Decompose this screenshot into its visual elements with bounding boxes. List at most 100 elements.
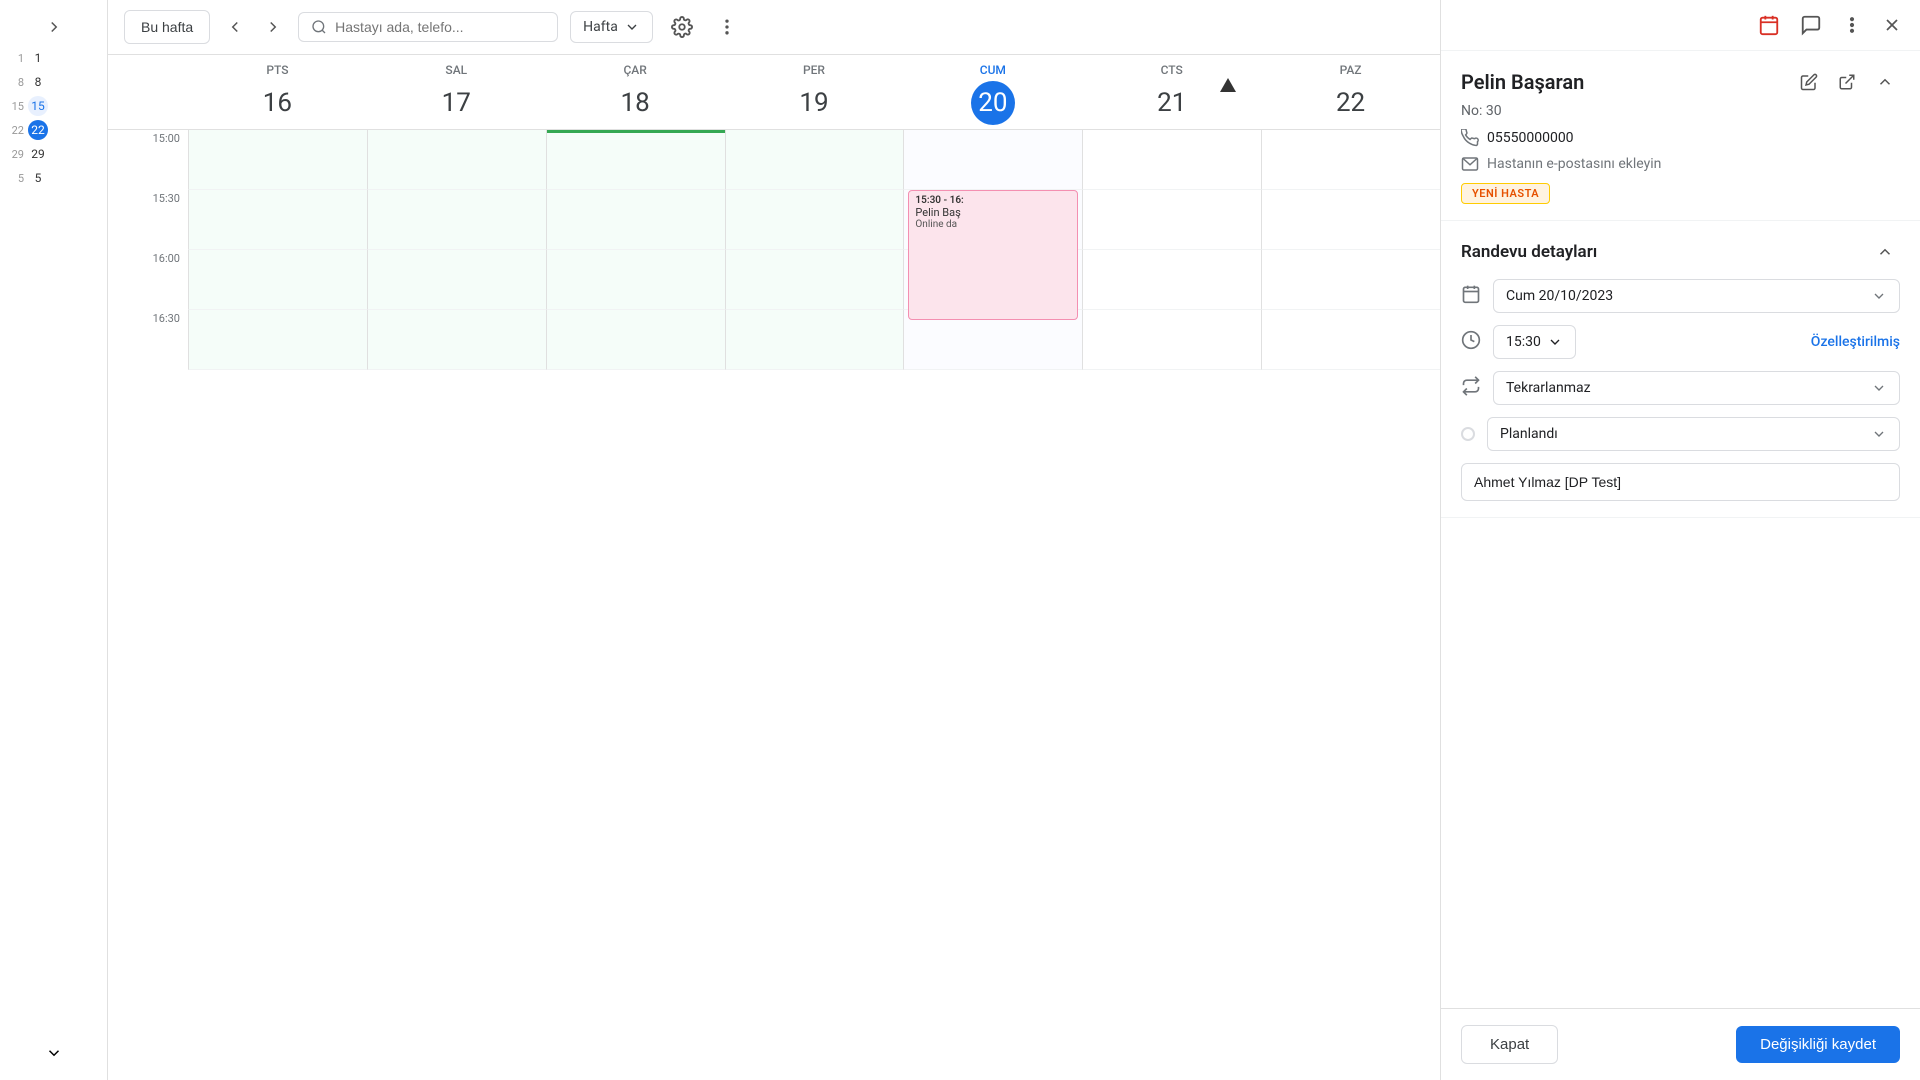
day-column-header-cts[interactable]: CTS 21	[1082, 63, 1261, 125]
mini-cal-date[interactable]: 5	[28, 168, 48, 188]
chevron-right-icon	[264, 18, 282, 36]
cell-cts-1600[interactable]	[1082, 250, 1261, 310]
mini-cal-date-today[interactable]: 22	[28, 120, 48, 140]
cell-sal-1630[interactable]	[367, 310, 546, 370]
patient-email[interactable]: Hastanın e-postasını ekleyin	[1461, 155, 1900, 173]
day-column-header-per[interactable]: PER 19	[725, 63, 904, 125]
cell-paz-1600[interactable]	[1261, 250, 1440, 310]
cell-cts-1500[interactable]	[1082, 130, 1261, 190]
open-patient-button[interactable]	[1832, 67, 1862, 97]
chevron-down-icon-date	[1871, 288, 1887, 304]
chevron-up-icon	[1876, 73, 1894, 91]
cell-per-1500[interactable]	[725, 130, 904, 190]
day-num-cts: 21	[1150, 81, 1194, 125]
save-button[interactable]: Değişikliği kaydet	[1736, 1026, 1900, 1063]
cell-paz-1530[interactable]	[1261, 190, 1440, 250]
date-dropdown[interactable]: Cum 20/10/2023	[1493, 279, 1900, 313]
cell-car-1600[interactable]	[546, 250, 725, 310]
chevron-down-icon	[624, 19, 640, 35]
today-button[interactable]: Bu hafta	[124, 10, 210, 44]
status-row: Planlandı	[1461, 417, 1900, 451]
day-name-cts: CTS	[1161, 63, 1183, 77]
time-dropdown[interactable]: 15:30	[1493, 325, 1576, 359]
sidebar-toggle[interactable]	[0, 10, 107, 44]
appointment-date-row: Cum 20/10/2023	[1461, 279, 1900, 313]
cell-pts-1500[interactable]	[188, 130, 367, 190]
mini-cal-date[interactable]: 8	[28, 72, 48, 92]
cell-car-1630[interactable]	[546, 310, 725, 370]
mini-cal-week: 22 22	[4, 120, 103, 140]
edit-icon	[1800, 73, 1818, 91]
mini-cal-week: 5 5	[4, 168, 103, 188]
calendar-small-icon	[1461, 284, 1481, 304]
status-dropdown[interactable]: Planlandı	[1487, 417, 1900, 451]
cell-paz-1630[interactable]	[1261, 310, 1440, 370]
cell-pts-1530[interactable]	[188, 190, 367, 250]
collapse-patient-button[interactable]	[1870, 67, 1900, 97]
cell-car-1530[interactable]	[546, 190, 725, 250]
calendar-body[interactable]: 15:00 15:30 15:30 - 16: Pelin Baş Onli	[108, 130, 1440, 1080]
cell-paz-1500[interactable]	[1261, 130, 1440, 190]
cell-cum-1500[interactable]	[903, 130, 1082, 190]
calendar-icon-button[interactable]	[1752, 8, 1786, 42]
mini-calendar: 1 1 8 8 15 15 22 22 29 29 5 5	[0, 48, 107, 188]
time-label-1530: 15:30	[108, 190, 188, 250]
view-selector[interactable]: Hafta	[570, 11, 653, 43]
edit-patient-button[interactable]	[1794, 67, 1824, 97]
prev-week-button[interactable]	[222, 14, 248, 40]
right-panel-topbar	[1441, 0, 1920, 51]
settings-button[interactable]	[665, 10, 699, 44]
cell-per-1600[interactable]	[725, 250, 904, 310]
mini-cal-week: 29 29	[4, 144, 103, 164]
day-name-pts: PTS	[266, 63, 288, 77]
sidebar-bottom-toggle[interactable]	[0, 1036, 107, 1070]
more-options-right-button[interactable]	[1836, 9, 1868, 41]
search-input[interactable]	[335, 19, 535, 35]
cell-cum-1530[interactable]: 15:30 - 16: Pelin Baş Online da	[903, 190, 1082, 250]
week-header: PTS 16 SAL 17 ÇAR 18 PER 19 CUM 20 CTS 2…	[108, 55, 1440, 130]
doctor-input-row[interactable]	[1461, 463, 1900, 501]
more-options-button[interactable]	[711, 11, 743, 43]
ozellestirilmis-label: Özelleştirilmiş	[1811, 334, 1900, 350]
collapse-appointment-button[interactable]	[1870, 237, 1900, 267]
day-column-header-cum[interactable]: CUM 20	[903, 63, 1082, 125]
day-column-header-sal[interactable]: SAL 17	[367, 63, 546, 125]
chat-icon-button[interactable]	[1794, 8, 1828, 42]
repeat-dropdown[interactable]: Tekrarlanmaz	[1493, 371, 1900, 405]
more-vertical-icon	[1842, 15, 1862, 35]
repeat-row: Tekrarlanmaz	[1461, 371, 1900, 405]
status-dropdown-value: Planlandı	[1500, 426, 1558, 442]
cell-cts-1530[interactable]	[1082, 190, 1261, 250]
doctor-input[interactable]	[1461, 463, 1900, 501]
day-column-header-car[interactable]: ÇAR 18	[546, 63, 725, 125]
day-column-header-pts[interactable]: PTS 16	[188, 63, 367, 125]
close-button[interactable]: Kapat	[1461, 1025, 1558, 1064]
calendar-detail-icon	[1461, 284, 1481, 308]
search-box[interactable]	[298, 12, 558, 42]
week-number: 29	[4, 148, 24, 161]
cell-pts-1630[interactable]	[188, 310, 367, 370]
chevron-up-icon-2	[1876, 243, 1894, 261]
cell-cts-1630[interactable]	[1082, 310, 1261, 370]
mini-cal-date[interactable]: 29	[28, 144, 48, 164]
patient-phone-number: 05550000000	[1487, 130, 1574, 146]
next-week-button[interactable]	[260, 14, 286, 40]
close-panel-button[interactable]	[1876, 9, 1908, 41]
cell-per-1630[interactable]	[725, 310, 904, 370]
time-dropdown-value: 15:30	[1506, 334, 1541, 350]
mini-cal-date[interactable]: 1	[28, 48, 48, 68]
cell-pts-1600[interactable]	[188, 250, 367, 310]
appointment-event[interactable]: 15:30 - 16: Pelin Baş Online da	[908, 190, 1078, 320]
patient-email-placeholder: Hastanın e-postasını ekleyin	[1487, 156, 1661, 172]
cell-car-1500[interactable]	[546, 130, 725, 190]
appointment-section-title: Randevu detayları	[1461, 237, 1900, 267]
mini-cal-date-selected[interactable]: 15	[28, 96, 48, 116]
current-time-indicator	[547, 130, 725, 133]
cell-sal-1500[interactable]	[367, 130, 546, 190]
yeni-hasta-badge: YENİ HASTA	[1461, 183, 1550, 204]
cell-sal-1600[interactable]	[367, 250, 546, 310]
cell-sal-1530[interactable]	[367, 190, 546, 250]
cell-per-1530[interactable]	[725, 190, 904, 250]
day-column-header-paz[interactable]: PAZ 22	[1261, 63, 1440, 125]
phone-icon	[1461, 129, 1479, 147]
